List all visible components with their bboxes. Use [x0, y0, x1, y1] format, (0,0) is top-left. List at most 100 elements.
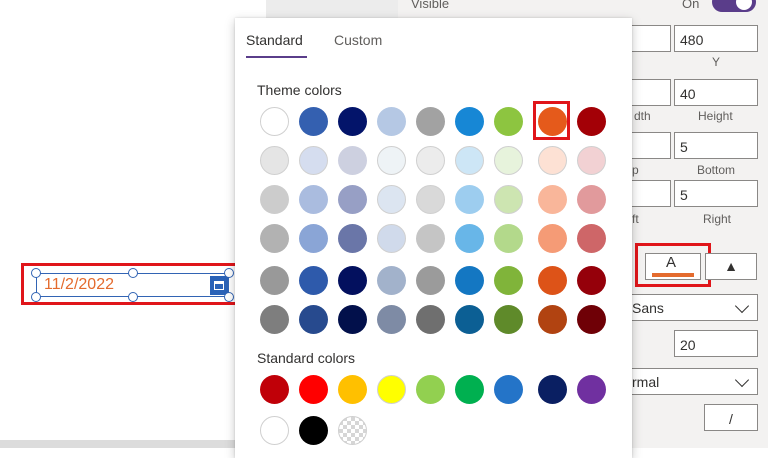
theme-color-swatch[interactable]: [377, 185, 406, 214]
canvas-scrollbar[interactable]: [0, 440, 240, 448]
theme-color-swatch[interactable]: [338, 107, 367, 136]
theme-color-swatch[interactable]: [455, 266, 484, 295]
theme-color-swatch[interactable]: [494, 146, 523, 175]
theme-color-swatch[interactable]: [455, 107, 484, 136]
theme-color-swatch[interactable]: [416, 266, 445, 295]
resize-handle-top[interactable]: [128, 268, 138, 278]
theme-color-swatch[interactable]: [260, 224, 289, 253]
theme-color-swatch[interactable]: [260, 146, 289, 175]
theme-color-swatch[interactable]: [338, 266, 367, 295]
theme-colors-heading: Theme colors: [257, 82, 342, 98]
font-color-button-highlight: [635, 243, 711, 287]
padding-left-label: ft: [632, 212, 639, 226]
theme-color-swatch[interactable]: [494, 107, 523, 136]
theme-color-swatch[interactable]: [416, 185, 445, 214]
theme-color-swatch[interactable]: [299, 146, 328, 175]
theme-color-swatch[interactable]: [538, 185, 567, 214]
theme-color-swatch[interactable]: [299, 185, 328, 214]
theme-color-swatch[interactable]: [416, 224, 445, 253]
standard-color-swatch[interactable]: [416, 375, 445, 404]
y-field[interactable]: 480: [674, 25, 758, 52]
resize-handle-bottom[interactable]: [128, 292, 138, 302]
theme-color-swatch[interactable]: [377, 266, 406, 295]
theme-color-swatch[interactable]: [494, 185, 523, 214]
theme-color-swatch[interactable]: [577, 107, 606, 136]
theme-color-swatch[interactable]: [538, 266, 567, 295]
font-dropdown[interactable]: Sans: [612, 294, 758, 321]
theme-color-swatch[interactable]: [577, 146, 606, 175]
theme-color-swatch[interactable]: [455, 185, 484, 214]
standard-color-swatch[interactable]: [494, 375, 523, 404]
theme-color-swatch[interactable]: [299, 266, 328, 295]
tab-standard[interactable]: Standard: [246, 32, 303, 48]
theme-color-swatch[interactable]: [416, 107, 445, 136]
standard-color-swatch[interactable]: [260, 375, 289, 404]
width-label: dth: [634, 109, 651, 123]
padding-bottom-field[interactable]: 5: [674, 132, 758, 159]
theme-color-swatch[interactable]: [299, 224, 328, 253]
theme-color-swatch[interactable]: [299, 305, 328, 334]
height-field[interactable]: 40: [674, 79, 758, 106]
padding-bottom-label: Bottom: [697, 163, 736, 177]
fill-bucket-icon[interactable]: ▲: [705, 253, 757, 280]
theme-color-swatch[interactable]: [494, 224, 523, 253]
theme-color-swatch[interactable]: [455, 146, 484, 175]
resize-handle-top-left[interactable]: [31, 268, 41, 278]
theme-color-swatch[interactable]: [494, 305, 523, 334]
theme-color-swatch[interactable]: [338, 305, 367, 334]
theme-color-swatch[interactable]: [577, 224, 606, 253]
theme-color-swatch[interactable]: [338, 146, 367, 175]
theme-color-swatch[interactable]: [455, 224, 484, 253]
design-canvas[interactable]: [0, 0, 268, 448]
selected-color-highlight: [533, 101, 570, 140]
theme-color-swatch[interactable]: [377, 305, 406, 334]
theme-color-swatch[interactable]: [260, 305, 289, 334]
theme-color-swatch[interactable]: [455, 305, 484, 334]
theme-color-swatch[interactable]: [538, 146, 567, 175]
theme-color-swatch[interactable]: [260, 107, 289, 136]
theme-color-swatch[interactable]: [577, 185, 606, 214]
italic-button[interactable]: /: [704, 404, 758, 431]
chevron-down-icon: [734, 372, 750, 388]
standard-color-swatch[interactable]: [338, 375, 367, 404]
font-size-field[interactable]: 20: [674, 330, 758, 357]
standard-color-swatch[interactable]: [377, 375, 406, 404]
date-picker-value: 11/2/2022: [44, 276, 114, 293]
visible-value: On: [682, 0, 700, 11]
tab-custom[interactable]: Custom: [334, 32, 382, 48]
active-tab-indicator: [246, 56, 307, 58]
standard-color-swatch[interactable]: [577, 375, 606, 404]
visible-label: Visible: [411, 0, 450, 11]
standard-colors-heading: Standard colors: [257, 350, 356, 366]
theme-color-swatch[interactable]: [260, 185, 289, 214]
theme-color-swatch[interactable]: [538, 224, 567, 253]
theme-color-swatch[interactable]: [260, 266, 289, 295]
standard-color-swatch[interactable]: [260, 416, 289, 445]
theme-color-swatch[interactable]: [416, 305, 445, 334]
standard-color-swatch[interactable]: [299, 416, 328, 445]
padding-right-label: Right: [703, 212, 732, 226]
theme-color-swatch[interactable]: [416, 146, 445, 175]
theme-color-swatch[interactable]: [299, 107, 328, 136]
theme-color-swatch[interactable]: [577, 266, 606, 295]
padding-right-field[interactable]: 5: [674, 180, 758, 207]
resize-handle-bottom-left[interactable]: [31, 292, 41, 302]
theme-color-swatch[interactable]: [494, 266, 523, 295]
y-label: Y: [712, 55, 721, 69]
no-color-swatch[interactable]: [338, 416, 367, 445]
standard-color-swatch[interactable]: [299, 375, 328, 404]
resize-handle-top-right[interactable]: [224, 268, 234, 278]
resize-handle-bottom-right[interactable]: [224, 292, 234, 302]
height-label: Height: [698, 109, 733, 123]
theme-color-swatch[interactable]: [577, 305, 606, 334]
theme-color-swatch[interactable]: [338, 185, 367, 214]
theme-color-swatch[interactable]: [538, 305, 567, 334]
chevron-down-icon: [734, 298, 750, 314]
theme-color-swatch[interactable]: [377, 224, 406, 253]
theme-color-swatch[interactable]: [377, 146, 406, 175]
standard-color-swatch[interactable]: [455, 375, 484, 404]
theme-color-swatch[interactable]: [377, 107, 406, 136]
font-weight-dropdown[interactable]: rmal: [612, 368, 758, 395]
theme-color-swatch[interactable]: [338, 224, 367, 253]
standard-color-swatch[interactable]: [538, 375, 567, 404]
